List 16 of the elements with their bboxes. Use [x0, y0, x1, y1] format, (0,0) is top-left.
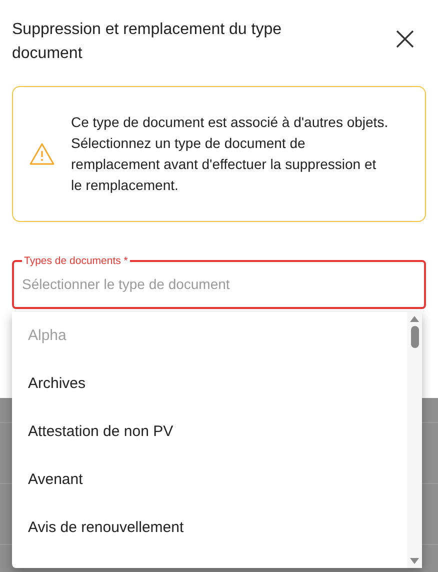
- dropdown-option[interactable]: Archives: [12, 360, 407, 408]
- close-icon: [395, 29, 415, 49]
- select-input[interactable]: Sélectionner le type de document: [22, 268, 416, 295]
- scrollbar[interactable]: [407, 312, 422, 568]
- dropdown-option[interactable]: Attestation de non PV: [12, 408, 407, 456]
- dropdown-option[interactable]: Avis de renouvellement: [12, 504, 407, 552]
- close-button[interactable]: [394, 28, 416, 50]
- document-type-select[interactable]: Types de documents * Sélectionner le type de document: [12, 254, 426, 309]
- warning-message: Ce type de document est associé à d'autres objets. Sélectionnez un type de document de remplacement avant d'effectuer la suppression et le remplacement.: [71, 113, 389, 195]
- dialog-title: Suppression et remplacement du type document: [12, 20, 282, 64]
- field-label: Types de documents *: [23, 254, 129, 268]
- warning-icon: [29, 142, 55, 166]
- scroll-up-icon[interactable]: [410, 316, 419, 322]
- scroll-thumb[interactable]: [410, 326, 418, 348]
- dropdown-option[interactable]: Avenant: [12, 456, 407, 504]
- scroll-down-icon[interactable]: [410, 558, 419, 564]
